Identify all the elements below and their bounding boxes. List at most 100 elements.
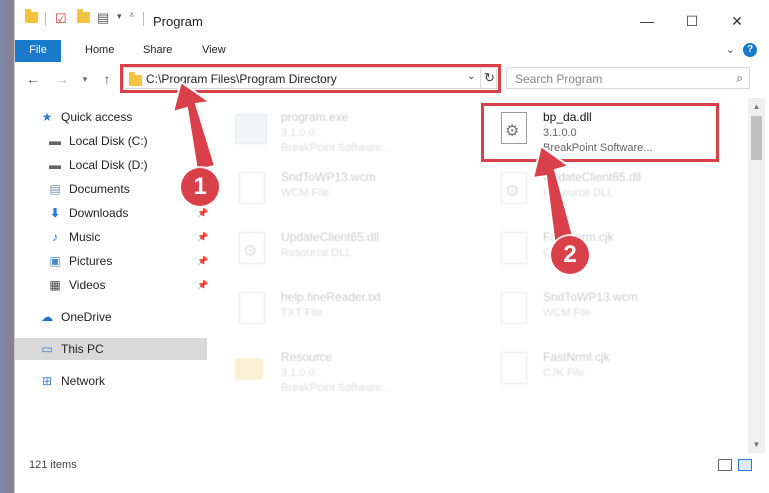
vertical-scrollbar[interactable]: ▲ ▼ [748, 98, 765, 453]
file-type: WCM File [543, 307, 592, 319]
sidebar-item-onedrive[interactable]: ☁ OneDrive [15, 306, 231, 328]
tab-file[interactable]: File [15, 40, 61, 62]
file-item[interactable]: ⚙ UpdateClient65.dll Resource DLL [221, 224, 461, 274]
file-item[interactable]: SndToWP13.wcm WCM File [483, 284, 723, 334]
scroll-up-icon[interactable]: ▲ [748, 98, 765, 115]
ribbon-tabs: File Home Share View ⌄ ? [15, 40, 769, 63]
file-item[interactable]: SndToWP13.wcm WCM File [221, 164, 461, 214]
sidebar-item-label: Music [69, 230, 101, 244]
file-version: 3.1.0.0 [281, 367, 315, 379]
forward-button[interactable]: → [52, 69, 72, 89]
scrollbar-thumb[interactable] [751, 116, 762, 160]
up-button[interactable]: ↑ [97, 69, 117, 89]
file-item[interactable]: ⚙ UpdateClient65.dll Resource DLL [483, 164, 723, 214]
file-explorer-window: ☑ ▤ ▾ ⩡ Program — ☐ ✕ File Home Share Vi… [14, 0, 769, 493]
download-icon: ⬇ [49, 206, 61, 220]
file-item[interactable]: help.fineReader.txt TXT File [221, 284, 461, 334]
folder-icon [235, 350, 265, 386]
sidebar-item-label: OneDrive [61, 310, 112, 324]
file-name: program.exe [281, 110, 349, 124]
sidebar-item-label: Quick access [61, 110, 133, 124]
sidebar-item-label: Pictures [69, 254, 113, 268]
back-button[interactable]: ← [23, 69, 43, 89]
file-name: SndToWP13.wcm [543, 290, 638, 304]
sidebar-item-label: Downloads [69, 206, 129, 220]
navigation-pane: ★ Quick access ▬ Local Disk (C:) 📌 ▬ Loc… [15, 100, 210, 450]
help-icon[interactable]: ? [743, 43, 757, 57]
sidebar-item-label: This PC [61, 342, 104, 356]
file-icon [497, 350, 527, 386]
quick-access-customize-icon[interactable]: ▤ [97, 10, 109, 26]
file-company: BreakPoint Software... [281, 142, 391, 154]
sidebar-item-this-pc[interactable]: ▭ This PC [15, 338, 207, 360]
pin-icon: 📌 [197, 231, 209, 242]
sidebar-item-local-disk-c[interactable]: ▬ Local Disk (C:) 📌 [15, 130, 239, 152]
file-name: UpdateClient65.dll [543, 170, 642, 184]
tab-view[interactable]: View [202, 40, 226, 62]
sidebar-item-label: Local Disk (C:) [69, 134, 148, 148]
tab-share[interactable]: Share [143, 40, 172, 62]
drive-icon: ▬ [49, 134, 61, 148]
properties-icon[interactable]: ☑ [55, 11, 67, 27]
file-type: CJK File [543, 367, 585, 379]
exe-icon [235, 110, 267, 146]
star-icon: ★ [41, 110, 53, 124]
documents-icon: ▤ [49, 182, 61, 196]
file-name: SndToWP13.wcm [281, 170, 376, 184]
file-icon [235, 170, 265, 206]
sidebar-item-pictures[interactable]: ▣ Pictures 📌 [15, 250, 239, 272]
file-type: Resource DLL [543, 187, 614, 199]
dll-icon: ⚙ [235, 230, 265, 266]
search-box[interactable]: Search Program ⌕ [506, 67, 750, 89]
sidebar-item-videos[interactable]: ▦ Videos 📌 [15, 274, 239, 296]
recent-locations-icon[interactable]: ▾ [75, 69, 95, 89]
status-bar: 121 items [15, 455, 769, 475]
music-icon: ♪ [52, 230, 58, 244]
close-button[interactable]: ✕ [717, 8, 757, 34]
file-name: Resource [281, 350, 333, 364]
pictures-icon: ▣ [49, 254, 61, 268]
pin-icon: 📌 [197, 207, 209, 218]
item-count: 121 items [29, 459, 77, 471]
search-icon[interactable]: ⌕ [736, 71, 743, 86]
file-item-program-exe[interactable]: program.exe 3.1.0.0 BreakPoint Software.… [221, 104, 461, 154]
file-name: help.fineReader.txt [281, 290, 382, 304]
file-highlight [481, 103, 719, 162]
file-icon [497, 290, 527, 326]
sidebar-item-quick-access[interactable]: ★ Quick access [15, 106, 231, 128]
file-icon [497, 230, 527, 266]
file-item[interactable]: Resource 3.1.0.0 BreakPoint Software... [221, 344, 461, 394]
sidebar-item-downloads[interactable]: ⬇ Downloads 📌 [15, 202, 239, 224]
file-item[interactable]: FastNrml.cjk CJK File [483, 344, 723, 394]
scroll-down-icon[interactable]: ▼ [748, 436, 765, 453]
pin-icon: 📌 [197, 135, 209, 146]
tab-home[interactable]: Home [85, 40, 114, 62]
overflow-icon[interactable]: ⩡ [129, 10, 135, 21]
videos-icon: ▦ [49, 278, 61, 292]
minimize-button[interactable]: — [627, 8, 667, 34]
pin-icon: 📌 [197, 279, 209, 290]
sidebar-item-music[interactable]: ♪ Music 📌 [15, 226, 239, 248]
sidebar-item-label: Videos [69, 278, 106, 292]
maximize-button[interactable]: ☐ [672, 8, 712, 34]
file-type: TXT File [281, 307, 323, 319]
separator [143, 12, 144, 26]
tiles-view-icon[interactable] [738, 459, 752, 471]
file-name: UpdateClient65.dll [281, 230, 380, 244]
sidebar-item-label: Documents [69, 182, 130, 196]
file-item[interactable]: FastNorm.cjk CJK File [483, 224, 723, 274]
folder-icon [25, 9, 38, 23]
network-icon: ⊞ [41, 374, 53, 388]
ribbon-expand-icon[interactable]: ⌄ [726, 43, 735, 56]
dll-icon: ⚙ [497, 170, 527, 206]
details-view-icon[interactable] [718, 459, 732, 471]
new-folder-icon[interactable] [77, 9, 90, 23]
separator [45, 12, 46, 26]
title-bar: ☑ ▤ ▾ ⩡ Program — ☐ ✕ [15, 0, 769, 40]
chevron-down-icon[interactable]: ▾ [117, 11, 122, 22]
sidebar-item-label: Local Disk (D:) [69, 158, 148, 172]
file-icon [235, 290, 265, 326]
search-input[interactable]: Search Program [515, 72, 602, 86]
pin-icon: 📌 [197, 255, 209, 266]
sidebar-item-network[interactable]: ⊞ Network [15, 370, 231, 392]
